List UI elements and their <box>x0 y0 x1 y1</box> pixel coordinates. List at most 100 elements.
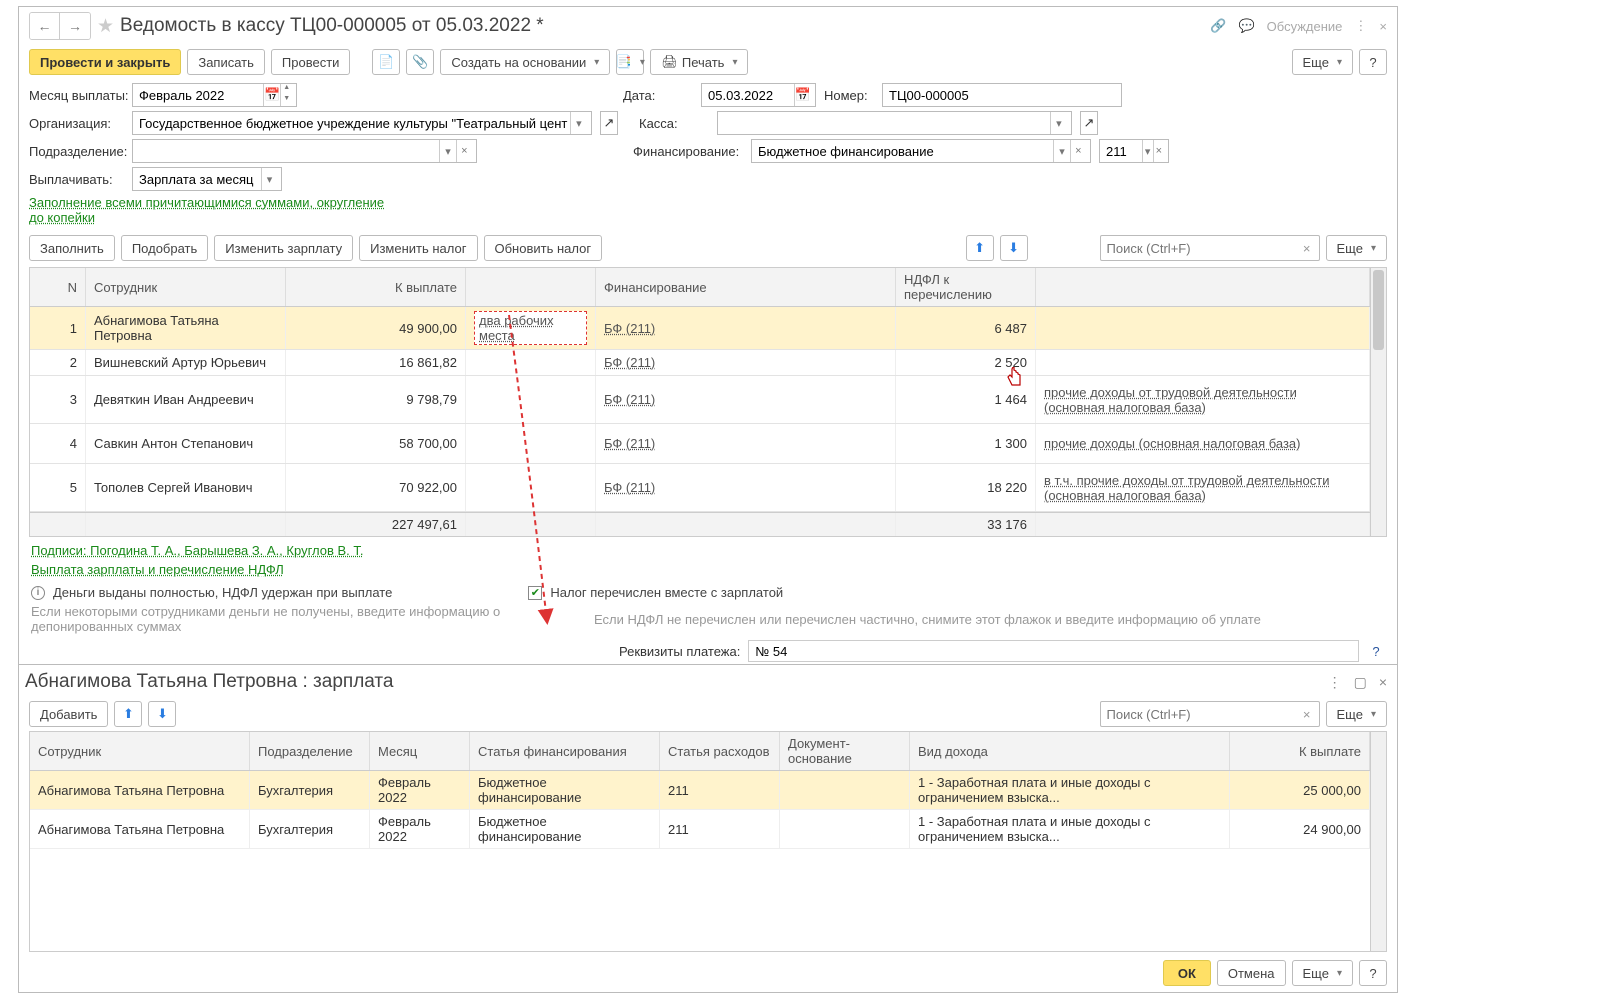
month-label: Месяц выплаты: <box>29 88 124 103</box>
back-button[interactable]: ← <box>30 13 60 39</box>
col-n[interactable]: N <box>30 268 86 306</box>
col-sub-month[interactable]: Месяц <box>370 732 470 770</box>
refresh-tax-button[interactable]: Обновить налог <box>484 235 603 261</box>
tax-transferred-checkbox[interactable]: ✔ <box>528 586 542 600</box>
save-button[interactable]: Записать <box>187 49 265 75</box>
sub-help-button[interactable]: ? <box>1359 960 1387 986</box>
col-financing[interactable]: Финансирование <box>596 268 896 306</box>
sub-table-scrollbar[interactable] <box>1370 732 1386 951</box>
muted-right-text: Если НДФЛ не перечислен или перечислен ч… <box>594 612 1261 627</box>
sub-move-up-button[interactable]: ⬆ <box>114 701 142 727</box>
info-icon: i <box>31 586 45 600</box>
org-field[interactable]: ▾ <box>132 111 592 135</box>
link-icon[interactable]: 🔗 <box>1210 18 1226 34</box>
discussion-icon[interactable]: 💬 <box>1238 18 1254 34</box>
muted-left-text: Если некоторыми сотрудниками деньги не п… <box>31 604 586 634</box>
post-button[interactable]: Провести <box>271 49 351 75</box>
fin-field[interactable]: ▾× <box>751 139 1091 163</box>
two-workplaces-link[interactable]: два рабочих места <box>474 311 587 345</box>
tax-transferred-label: Налог перечислен вместе с зарплатой <box>550 585 783 600</box>
table-row[interactable]: 1 Абнагимова Татьяна Петровна 49 900,00 … <box>30 307 1370 350</box>
pay-field[interactable]: ▾ <box>132 167 282 191</box>
org-label: Организация: <box>29 116 124 131</box>
ok-button[interactable]: ОК <box>1163 960 1211 986</box>
col-tax[interactable]: НДФЛ к перечислению <box>896 268 1036 306</box>
fill-button[interactable]: Заполнить <box>29 235 115 261</box>
edit-salary-button[interactable]: Изменить зарплату <box>214 235 353 261</box>
col-sub-kind[interactable]: Вид дохода <box>910 732 1230 770</box>
sub-move-down-button[interactable]: ⬇ <box>148 701 176 727</box>
number-label: Номер: <box>824 88 874 103</box>
fill-settings-link[interactable]: Заполнение всеми причитающимися суммами,… <box>29 195 384 225</box>
col-pay[interactable]: К выплате <box>286 268 466 306</box>
fin-code-field[interactable]: ▾× <box>1099 139 1169 163</box>
cash-label: Касса: <box>639 116 709 131</box>
close-icon[interactable]: × <box>1379 19 1387 34</box>
sub-search-input[interactable]: × <box>1100 701 1320 727</box>
move-down-button[interactable]: ⬇ <box>1000 235 1028 261</box>
discussion-label[interactable]: Обсуждение <box>1267 19 1343 34</box>
date-field[interactable]: 📅 <box>701 83 816 107</box>
sub-more-dropdown[interactable]: Еще <box>1326 701 1387 727</box>
cash-field[interactable]: ▾ <box>717 111 1072 135</box>
month-field[interactable]: 📅 ▲▼ <box>132 83 297 107</box>
pick-button[interactable]: Подобрать <box>121 235 208 261</box>
table-search-input[interactable]: × <box>1100 235 1320 261</box>
table-row[interactable]: Абнагимова Татьяна Петровна Бухгалтерия … <box>30 810 1370 849</box>
info-text: Деньги выданы полностью, НДФЛ удержан пр… <box>53 585 392 600</box>
org-open-button[interactable]: ↗ <box>600 111 618 135</box>
move-up-button[interactable]: ⬆ <box>966 235 994 261</box>
table-row[interactable]: 2 Вишневский Артур Юрьевич 16 861,82 БФ … <box>30 350 1370 376</box>
total-tax: 33 176 <box>896 513 1036 536</box>
cancel-button[interactable]: Отмена <box>1217 960 1286 986</box>
report-icon-button[interactable]: 📄 <box>372 49 400 75</box>
more-dropdown[interactable]: Еще <box>1292 49 1353 75</box>
col-sub-dep[interactable]: Подразделение <box>250 732 370 770</box>
edit-tax-button[interactable]: Изменить налог <box>359 235 477 261</box>
table-row[interactable]: 3 Девяткин Иван Андреевич 9 798,79 БФ (2… <box>30 376 1370 424</box>
signers-link[interactable]: Подписи: Погодина Т. А., Барышева З. А.,… <box>31 543 1385 558</box>
date-label: Дата: <box>623 88 693 103</box>
table-search-clear[interactable]: × <box>1299 241 1315 256</box>
sub-close-icon[interactable]: × <box>1379 674 1387 691</box>
sub-maximize-icon[interactable]: ▢ <box>1354 674 1367 691</box>
pay-label: Выплачивать: <box>29 172 124 187</box>
print-dropdown[interactable]: 🖨Печать <box>650 49 748 75</box>
structure-dropdown[interactable]: 📑 <box>616 49 644 75</box>
dep-field[interactable]: ▾× <box>132 139 477 163</box>
req-field[interactable] <box>748 640 1359 662</box>
table-row[interactable]: 4 Савкин Антон Степанович 58 700,00 БФ (… <box>30 424 1370 464</box>
table-row[interactable]: 5 Тополев Сергей Иванович 70 922,00 БФ (… <box>30 464 1370 512</box>
col-sub-fin[interactable]: Статья финансирования <box>470 732 660 770</box>
menu-dots-icon[interactable]: ⋮ <box>1354 18 1367 34</box>
col-sub-rash[interactable]: Статья расходов <box>660 732 780 770</box>
table-scrollbar[interactable] <box>1370 268 1386 536</box>
create-based-dropdown[interactable]: Создать на основании <box>440 49 610 75</box>
table-row[interactable]: Абнагимова Татьяна Петровна Бухгалтерия … <box>30 771 1370 810</box>
col-sub-amt[interactable]: К выплате <box>1230 732 1370 770</box>
col-sub-employee[interactable]: Сотрудник <box>30 732 250 770</box>
pay-transfer-link[interactable]: Выплата зарплаты и перечисление НДФЛ <box>31 562 1385 577</box>
sub-bottom-more-dropdown[interactable]: Еще <box>1292 960 1353 986</box>
attach-icon-button[interactable]: 📎 <box>406 49 434 75</box>
sub-add-button[interactable]: Добавить <box>29 701 108 727</box>
col-employee[interactable]: Сотрудник <box>86 268 286 306</box>
cash-open-button[interactable]: ↗ <box>1080 111 1098 135</box>
forward-button[interactable]: → <box>60 13 90 39</box>
favorite-star-icon[interactable]: ★ <box>97 15 114 38</box>
req-label: Реквизиты платежа: <box>619 644 740 659</box>
sub-menu-dots-icon[interactable]: ⋮ <box>1328 674 1342 691</box>
dep-label: Подразделение: <box>29 144 124 159</box>
page-title: Ведомость в кассу ТЦ00-000005 от 05.03.2… <box>120 15 544 37</box>
employees-table[interactable]: N Сотрудник К выплате Финансирование НДФ… <box>29 267 1387 537</box>
sub-search-clear[interactable]: × <box>1299 707 1315 722</box>
sub-title: Абнагимова Татьяна Петровна : зарплата <box>25 671 394 693</box>
number-field[interactable] <box>882 83 1122 107</box>
help-button[interactable]: ? <box>1359 49 1387 75</box>
req-help-icon[interactable]: ? <box>1367 644 1385 659</box>
fin-label: Финансирование: <box>633 144 743 159</box>
salary-detail-table[interactable]: Сотрудник Подразделение Месяц Статья фин… <box>29 731 1387 952</box>
col-sub-doc[interactable]: Документ-основание <box>780 732 910 770</box>
table-more-dropdown[interactable]: Еще <box>1326 235 1387 261</box>
post-close-button[interactable]: Провести и закрыть <box>29 49 181 75</box>
